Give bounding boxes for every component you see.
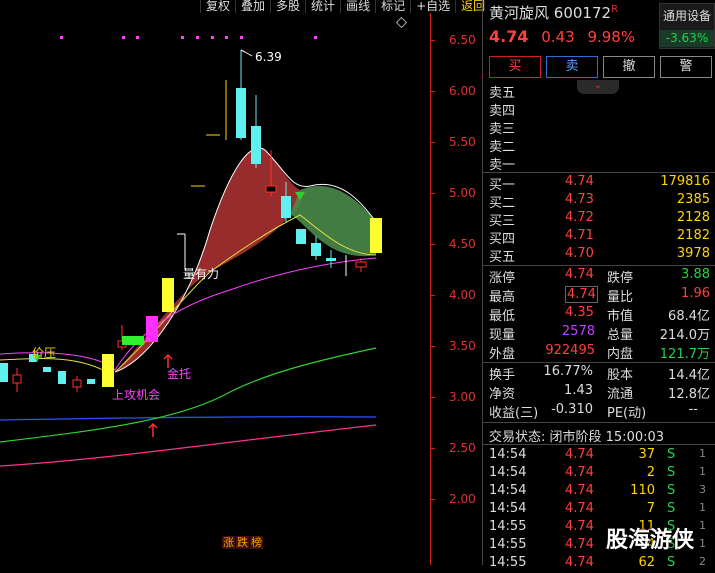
bid-row[interactable]: 买一 4.74 179816 — [483, 174, 715, 193]
stock-flag: R — [611, 4, 619, 15]
candle — [12, 374, 22, 384]
ask-row[interactable]: 卖五 — [483, 82, 715, 101]
ask-row[interactable]: 卖三 — [483, 118, 715, 137]
candle — [326, 258, 336, 261]
annotation-liangyouli: 量有力 — [183, 267, 219, 281]
low-value: 4.35 — [565, 305, 594, 320]
peak-price-label: 6.39 — [255, 50, 282, 64]
ask-row[interactable]: 卖二 — [483, 136, 715, 155]
price-axis: 6.50 6.00 5.50 5.00 4.50 4.00 3.50 3.00 … — [430, 13, 483, 565]
stock-name: 黄河旋风 — [489, 4, 550, 22]
bid-row[interactable]: 买五 4.70 3978 — [483, 246, 715, 265]
chart-toolbar: 复权 叠加 多股 统计 画线 标记 +自选 返回 — [200, 0, 490, 13]
price-line: 4.74 0.43 9.98% — [489, 27, 635, 46]
ask-row[interactable]: 卖四 — [483, 100, 715, 119]
alert-button[interactable]: 警 — [660, 56, 712, 78]
candle — [122, 336, 144, 345]
candle — [162, 278, 174, 312]
candle — [311, 243, 321, 256]
market-cap-value: 68.4亿 — [668, 309, 710, 324]
candle — [72, 379, 82, 388]
price-change-pct: 9.98% — [587, 28, 636, 46]
candle — [58, 371, 66, 384]
limit-up-value: 4.74 — [565, 267, 594, 282]
sector-box[interactable]: 通用设备 -3.63% — [659, 3, 715, 49]
tick-row: 14:54 4.74 110 S 3 — [489, 483, 706, 498]
ma-green-line — [0, 347, 377, 443]
annotation-shanggong: 上攻机会 — [112, 388, 160, 402]
tag-zhang[interactable]: 涨 — [222, 536, 235, 549]
candle — [296, 229, 306, 244]
candle — [102, 354, 114, 387]
cloud-green — [290, 186, 376, 257]
candlestick-chart[interactable]: 6.39 价压 量有力 金托 上攻机会 — [0, 0, 430, 565]
ranking-tags[interactable]: 涨 跌 榜 — [222, 536, 264, 549]
candle — [251, 126, 261, 164]
candle — [43, 367, 51, 372]
sell-button[interactable]: 卖 — [546, 56, 598, 78]
outer-volume-value: 922495 — [545, 343, 595, 358]
toolbar-diejia[interactable]: 叠加 — [235, 0, 270, 13]
arrow-up-icon — [148, 422, 158, 437]
trade-state: 交易状态: 闭市阶段 15:00:03 — [489, 430, 665, 445]
bid-row[interactable]: 买二 4.73 2385 — [483, 192, 715, 211]
diamond-icon — [395, 16, 408, 29]
bid-row[interactable]: 买三 4.72 2128 — [483, 210, 715, 229]
annotation-jintuo: 金托 — [167, 366, 191, 381]
buy-button[interactable]: 买 — [489, 56, 541, 78]
current-volume-value: 2578 — [561, 324, 595, 339]
watermark-text: 股海游侠 — [606, 528, 695, 553]
cancel-button[interactable]: 撤 — [603, 56, 655, 78]
stock-code: 600172 — [553, 4, 612, 22]
annotation-jiaya: 价压 — [32, 346, 56, 360]
high-value: 4.74 — [565, 286, 598, 303]
price-change: 0.43 — [541, 28, 575, 46]
toolbar-biaoji[interactable]: 标记 — [375, 0, 410, 13]
ask-row[interactable]: 卖一 — [483, 154, 715, 173]
candle — [87, 379, 95, 384]
toolbar-zixuan[interactable]: +自选 — [410, 0, 455, 13]
candle — [370, 218, 382, 253]
toolbar-duogu[interactable]: 多股 — [270, 0, 305, 13]
tick-row: 14:54 4.74 37 S 1 — [489, 447, 706, 462]
candle — [281, 196, 291, 218]
ma-pink-line — [0, 424, 377, 467]
tick-row: 14:54 4.74 7 S 1 — [489, 501, 706, 516]
candle — [146, 316, 158, 342]
tick-row: 14:55 4.74 62 S 2 — [489, 555, 706, 570]
signal-dots — [60, 36, 317, 39]
tick-row: 14:54 4.74 2 S 1 — [489, 465, 706, 480]
inner-volume-value: 121.7万 — [659, 347, 710, 362]
toolbar-fuquan[interactable]: 复权 — [200, 0, 235, 13]
limit-down-value: 3.88 — [681, 267, 710, 282]
sector-change: -3.63% — [660, 30, 714, 47]
current-price: 4.74 — [489, 27, 529, 46]
total-volume-value: 214.0万 — [659, 328, 710, 343]
stock-header: 黄河旋风 600172R — [489, 2, 618, 23]
candle — [236, 88, 246, 138]
ma-blue-line — [0, 416, 377, 421]
tag-die[interactable]: 跌 — [236, 536, 249, 549]
bid-row[interactable]: 买四 4.71 2182 — [483, 228, 715, 247]
toolbar-huaxian[interactable]: 画线 — [340, 0, 375, 13]
quote-panel: 黄河旋风 600172R 通用设备 -3.63% 4.74 0.43 9.98%… — [482, 0, 715, 570]
candle — [355, 261, 367, 268]
toolbar-tongji[interactable]: 统计 — [305, 0, 340, 13]
candle — [0, 363, 8, 382]
tag-bang[interactable]: 榜 — [250, 536, 263, 549]
candle — [265, 185, 277, 193]
volume-ratio-value: 1.96 — [681, 286, 710, 301]
sector-label: 通用设备 — [662, 9, 711, 23]
